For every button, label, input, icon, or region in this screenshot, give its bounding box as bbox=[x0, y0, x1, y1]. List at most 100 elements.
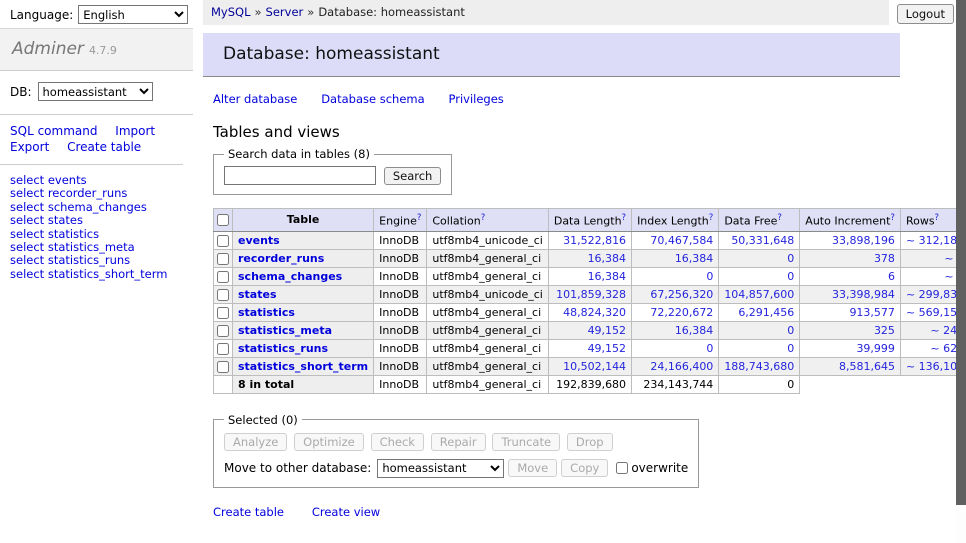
row-checkbox[interactable] bbox=[217, 361, 229, 373]
data-length-link[interactable]: 16,384 bbox=[588, 270, 627, 283]
table-link[interactable]: schema_changes bbox=[238, 270, 342, 283]
create-view-link[interactable]: Create view bbox=[312, 505, 380, 519]
data-free-link[interactable]: 0 bbox=[787, 252, 794, 265]
sidebar-item-select-schema-changes[interactable]: select schema_changes bbox=[10, 201, 193, 214]
alter-database-link[interactable]: Alter database bbox=[213, 92, 297, 106]
table-link[interactable]: statistics bbox=[238, 306, 295, 319]
auto-increment-link[interactable]: 39,999 bbox=[856, 342, 895, 355]
sidebar-item-select-events[interactable]: select events bbox=[10, 174, 193, 187]
auto-increment-link[interactable]: 8,581,645 bbox=[839, 360, 895, 373]
auto-increment-link[interactable]: 325 bbox=[874, 324, 895, 337]
move-button[interactable]: Move bbox=[508, 459, 557, 477]
row-checkbox[interactable] bbox=[217, 289, 229, 301]
auto-increment-link[interactable]: 33,398,984 bbox=[832, 288, 895, 301]
breadcrumb-link-server[interactable]: Server bbox=[266, 5, 304, 19]
sidebar-item-select-statistics-runs[interactable]: select statistics_runs bbox=[10, 254, 193, 267]
optimize-button[interactable]: Optimize bbox=[294, 433, 364, 451]
table-link[interactable]: events bbox=[238, 234, 280, 247]
index-length-link[interactable]: 16,384 bbox=[675, 324, 714, 337]
app-version[interactable]: 4.7.9 bbox=[89, 44, 117, 57]
analyze-button[interactable]: Analyze bbox=[224, 433, 287, 451]
index-length-link[interactable]: 70,467,584 bbox=[650, 234, 713, 247]
create-table-link[interactable]: Create table bbox=[213, 505, 284, 519]
row-checkbox[interactable] bbox=[217, 235, 229, 247]
auto-increment-link[interactable]: 6 bbox=[888, 270, 895, 283]
data-length-link[interactable]: 16,384 bbox=[588, 252, 627, 265]
overwrite-checkbox[interactable] bbox=[616, 462, 628, 474]
table-link[interactable]: statistics_meta bbox=[238, 324, 332, 337]
data-free-link[interactable]: 0 bbox=[787, 270, 794, 283]
search-input[interactable] bbox=[224, 166, 376, 185]
data-length-link[interactable]: 10,502,144 bbox=[563, 360, 626, 373]
row-checkbox[interactable] bbox=[217, 271, 229, 283]
index-length-link[interactable]: 24,166,400 bbox=[650, 360, 713, 373]
sidebar-link-export[interactable]: Export bbox=[10, 140, 49, 154]
index-length-link[interactable]: 0 bbox=[706, 342, 713, 355]
row-checkbox[interactable] bbox=[217, 343, 229, 355]
row-checkbox[interactable] bbox=[217, 325, 229, 337]
page-title: Database: homeassistant bbox=[203, 33, 900, 77]
overwrite-label: overwrite bbox=[631, 461, 688, 475]
index-length-link[interactable]: 16,384 bbox=[675, 252, 714, 265]
row-checkbox[interactable] bbox=[217, 253, 229, 265]
language-label: Language: bbox=[10, 8, 73, 22]
data-length-link[interactable]: 49,152 bbox=[588, 342, 627, 355]
help-icon[interactable]: ? bbox=[935, 213, 940, 223]
table-row: statistics_short_term InnoDB utf8mb4_gen… bbox=[214, 357, 966, 375]
table-link[interactable]: recorder_runs bbox=[238, 252, 324, 265]
engine-cell: InnoDB bbox=[374, 231, 427, 249]
help-icon[interactable]: ? bbox=[481, 213, 486, 223]
data-free-link[interactable]: 6,291,456 bbox=[738, 306, 794, 319]
sidebar-link-create-table[interactable]: Create table bbox=[67, 140, 141, 154]
data-free-link[interactable]: 0 bbox=[787, 324, 794, 337]
auto-increment-link[interactable]: 378 bbox=[874, 252, 895, 265]
language-select[interactable]: English bbox=[78, 5, 188, 24]
help-icon[interactable]: ? bbox=[890, 213, 895, 223]
repair-button[interactable]: Repair bbox=[431, 433, 486, 451]
truncate-button[interactable]: Truncate bbox=[492, 433, 560, 451]
help-icon[interactable]: ? bbox=[622, 213, 627, 223]
data-length-link[interactable]: 101,859,328 bbox=[556, 288, 626, 301]
help-icon[interactable]: ? bbox=[417, 213, 422, 223]
table-link[interactable]: statistics_short_term bbox=[238, 360, 368, 373]
scrollbar-track[interactable] bbox=[956, 0, 966, 543]
db-select[interactable]: homeassistant bbox=[38, 82, 153, 101]
index-length-link[interactable]: 67,256,320 bbox=[650, 288, 713, 301]
help-icon[interactable]: ? bbox=[709, 213, 714, 223]
sidebar-item-select-recorder-runs[interactable]: select recorder_runs bbox=[10, 187, 193, 200]
database-schema-link[interactable]: Database schema bbox=[321, 92, 424, 106]
data-free-link[interactable]: 104,857,600 bbox=[724, 288, 794, 301]
data-free-link[interactable]: 0 bbox=[787, 342, 794, 355]
breadcrumb-link-mysql[interactable]: MySQL bbox=[211, 5, 251, 19]
help-icon[interactable]: ? bbox=[777, 213, 782, 223]
engine-cell: InnoDB bbox=[374, 285, 427, 303]
copy-button[interactable]: Copy bbox=[561, 459, 608, 477]
total-label: 8 in total bbox=[233, 375, 374, 393]
row-checkbox[interactable] bbox=[217, 307, 229, 319]
data-length-link[interactable]: 48,824,320 bbox=[563, 306, 626, 319]
sidebar-item-select-statistics[interactable]: select statistics bbox=[10, 228, 193, 241]
table-link[interactable]: states bbox=[238, 288, 277, 301]
sidebar-item-select-statistics-short-term[interactable]: select statistics_short_term bbox=[10, 268, 193, 281]
index-length-link[interactable]: 72,220,672 bbox=[650, 306, 713, 319]
table-link[interactable]: statistics_runs bbox=[238, 342, 328, 355]
data-free-link[interactable]: 188,743,680 bbox=[724, 360, 794, 373]
auto-increment-link[interactable]: 913,577 bbox=[849, 306, 895, 319]
index-length-link[interactable]: 0 bbox=[706, 270, 713, 283]
check-button[interactable]: Check bbox=[371, 433, 424, 451]
sidebar-item-select-states[interactable]: select states bbox=[10, 214, 193, 227]
scrollbar-thumb[interactable] bbox=[956, 0, 966, 505]
privileges-link[interactable]: Privileges bbox=[448, 92, 503, 106]
sidebar-link-import[interactable]: Import bbox=[115, 124, 155, 138]
data-free-link[interactable]: 50,331,648 bbox=[731, 234, 794, 247]
select-all-checkbox[interactable] bbox=[217, 214, 229, 226]
move-db-select[interactable]: homeassistant bbox=[377, 459, 504, 478]
sidebar-item-select-statistics-meta[interactable]: select statistics_meta bbox=[10, 241, 193, 254]
search-button[interactable]: Search bbox=[384, 167, 442, 185]
sidebar-link-sql-command[interactable]: SQL command bbox=[10, 124, 97, 138]
drop-button[interactable]: Drop bbox=[567, 433, 613, 451]
data-length-link[interactable]: 49,152 bbox=[588, 324, 627, 337]
col-header-auto-increment: Auto Increment? bbox=[800, 209, 901, 232]
data-length-link[interactable]: 31,522,816 bbox=[563, 234, 626, 247]
auto-increment-link[interactable]: 33,898,196 bbox=[832, 234, 895, 247]
